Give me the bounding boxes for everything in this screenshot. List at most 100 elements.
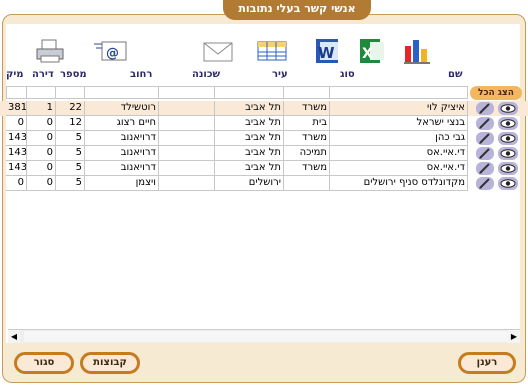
cell-name: בנצי ישראל xyxy=(330,116,468,131)
horizontal-scrollbar[interactable]: ◀ ▶ xyxy=(8,329,520,343)
cell-city: תל אביב xyxy=(215,146,284,161)
view-icon[interactable] xyxy=(498,132,518,145)
table-row[interactable]: איציק לוי משרד תל אביב רוטשילד 22 1 381 xyxy=(0,101,528,116)
view-icon[interactable] xyxy=(498,147,518,160)
cell-zip: 143 xyxy=(6,161,27,176)
cell-number: 22 xyxy=(56,101,85,116)
view-icon[interactable] xyxy=(498,117,518,130)
cell-apartment: 0 xyxy=(27,146,56,161)
edit-icon[interactable] xyxy=(476,132,494,145)
cell-number: 5 xyxy=(56,176,85,191)
col-header-type[interactable]: סוג xyxy=(340,69,355,80)
cell-neighborhood xyxy=(159,161,215,176)
cell-neighborhood xyxy=(159,176,215,191)
cell-city: תל אביב xyxy=(215,116,284,131)
filter-city[interactable] xyxy=(214,86,284,99)
edit-icon[interactable] xyxy=(476,177,494,190)
cell-zip: 0 xyxy=(6,116,27,131)
filter-type[interactable] xyxy=(283,86,330,99)
cell-street: דרויאנוב xyxy=(85,161,159,176)
cell-apartment: 0 xyxy=(27,161,56,176)
cell-type: משרד xyxy=(284,161,330,176)
edit-icon[interactable] xyxy=(476,102,494,115)
svg-text:@: @ xyxy=(106,46,119,61)
printer-icon[interactable] xyxy=(34,36,66,66)
filter-neighborhood[interactable] xyxy=(158,86,215,99)
cell-name: מקדונלדס סניף ירושלים xyxy=(330,176,468,191)
view-icon[interactable] xyxy=(498,102,518,115)
table-row[interactable]: מקדונלדס סניף ירושלים ירושלים ויצמן 5 0 0 xyxy=(0,176,528,191)
cell-neighborhood xyxy=(159,116,215,131)
filter-apartment[interactable] xyxy=(26,86,56,99)
col-header-name[interactable]: שם xyxy=(448,69,463,80)
table-row[interactable]: בנצי ישראל בית תל אביב חיים רצוג 12 0 0 xyxy=(0,116,528,131)
view-icon[interactable] xyxy=(498,162,518,175)
col-header-street[interactable]: רחוב xyxy=(130,69,152,80)
cell-zip: 143 xyxy=(6,131,27,146)
filter-name[interactable] xyxy=(329,86,468,99)
scroll-left-arrow[interactable]: ◀ xyxy=(8,330,20,343)
cell-name: איציק לוי xyxy=(330,101,468,116)
contacts-window: אנשי קשר בעלי נתובות X W @ שם סוג עיר שכ… xyxy=(0,0,528,385)
cell-apartment: 0 xyxy=(27,116,56,131)
cell-number: 5 xyxy=(56,161,85,176)
cell-neighborhood xyxy=(159,101,215,116)
cell-number: 5 xyxy=(56,131,85,146)
cell-number: 12 xyxy=(56,116,85,131)
cell-street: ויצמן xyxy=(85,176,159,191)
svg-text:W: W xyxy=(318,44,335,62)
word-icon[interactable]: W xyxy=(312,36,344,66)
cell-name: גבי כהן xyxy=(330,131,468,146)
col-header-neighborhood[interactable]: שכונה xyxy=(192,69,220,80)
cell-neighborhood xyxy=(159,131,215,146)
table-row[interactable]: די.איי.אס תמיכה תל אביב דרויאנוב 5 0 143 xyxy=(0,146,528,161)
cell-type xyxy=(284,176,330,191)
cell-name: די.איי.אס xyxy=(330,161,468,176)
edit-icon[interactable] xyxy=(476,147,494,160)
chart-icon[interactable] xyxy=(402,36,434,66)
table-row[interactable]: די.איי.אס משרד תל אביב דרויאנוב 5 0 143 xyxy=(0,161,528,176)
col-header-zip[interactable]: מיק xyxy=(6,69,24,80)
cell-type: בית xyxy=(284,116,330,131)
table-row[interactable]: גבי כהן משרד תל אביב דרויאנוב 5 0 143 xyxy=(0,131,528,146)
close-button[interactable]: סגור xyxy=(14,352,74,374)
cell-street: דרויאנוב xyxy=(85,131,159,146)
col-header-number[interactable]: מספר xyxy=(60,69,87,80)
filter-street[interactable] xyxy=(84,86,159,99)
show-all-button[interactable]: הצג הכל xyxy=(470,86,522,100)
cell-type: משרד xyxy=(284,101,330,116)
table-icon[interactable] xyxy=(256,36,288,66)
groups-button[interactable]: קבוצות xyxy=(80,352,140,374)
excel-icon[interactable]: X xyxy=(356,36,388,66)
cell-street: רוטשילד xyxy=(85,101,159,116)
col-header-apartment[interactable]: דירה xyxy=(32,69,54,80)
cell-city: תל אביב xyxy=(215,101,284,116)
cell-zip: 143 xyxy=(6,146,27,161)
svg-text:X: X xyxy=(362,46,373,62)
window-title: אנשי קשר בעלי נתובות xyxy=(223,0,371,20)
edit-icon[interactable] xyxy=(476,117,494,130)
cell-number: 5 xyxy=(56,146,85,161)
cell-type: משרד xyxy=(284,131,330,146)
cell-type: תמיכה xyxy=(284,146,330,161)
cell-city: ירושלים xyxy=(215,176,284,191)
filter-number[interactable] xyxy=(55,86,85,99)
cell-zip: 0 xyxy=(6,176,27,191)
cell-street: חיים רצוג xyxy=(85,116,159,131)
envelope-icon[interactable] xyxy=(202,36,234,66)
email-icon[interactable]: @ xyxy=(94,36,127,66)
scroll-right-arrow[interactable]: ▶ xyxy=(508,330,520,343)
cell-apartment: 1 xyxy=(27,101,56,116)
col-header-city[interactable]: עיר xyxy=(272,69,288,80)
cell-city: תל אביב xyxy=(215,161,284,176)
cell-apartment: 0 xyxy=(27,176,56,191)
cell-street: דרויאנוב xyxy=(85,146,159,161)
scroll-thumb[interactable] xyxy=(24,331,510,342)
cell-apartment: 0 xyxy=(27,131,56,146)
refresh-button[interactable]: רענן xyxy=(458,352,516,374)
filter-zip[interactable] xyxy=(6,86,27,99)
cell-city: תל אביב xyxy=(215,131,284,146)
view-icon[interactable] xyxy=(498,177,518,190)
edit-icon[interactable] xyxy=(476,162,494,175)
cell-name: די.איי.אס xyxy=(330,146,468,161)
